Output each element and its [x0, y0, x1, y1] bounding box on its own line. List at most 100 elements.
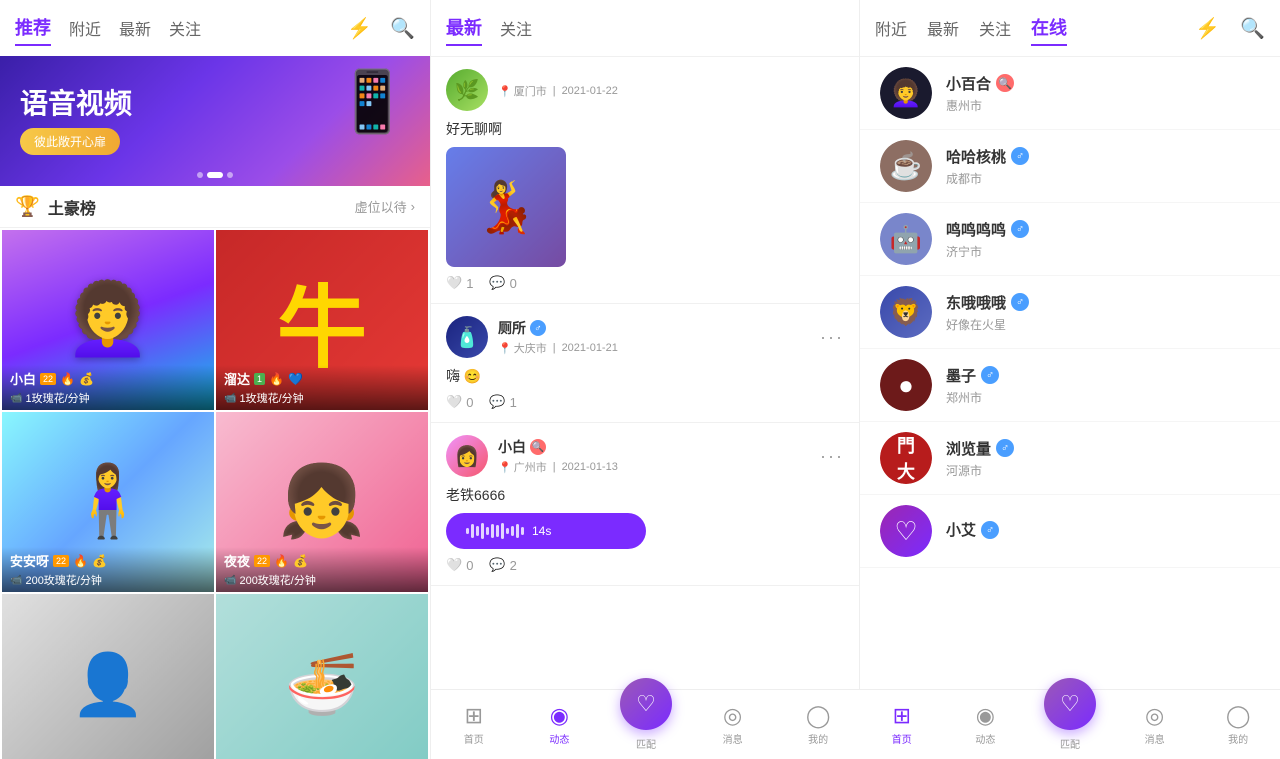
nav-recommend[interactable]: 推荐	[15, 10, 51, 46]
right-panel: 附近 最新 关注 在线 ⚡ 🔍 👩‍🦱 小百合 🔍 惠州市 ☕	[860, 0, 1280, 759]
banner-dot-2[interactable]	[207, 172, 223, 178]
post-1-comment[interactable]: 💬 0	[489, 275, 516, 291]
banner: 语音视频 彼此敞开心扉 📱	[0, 56, 430, 186]
post-2-like[interactable]: 🤍 0	[446, 394, 473, 410]
post-2-header: 🧴 厕所 ♂ 📍 大庆市 | 2021-01-21 ···	[446, 316, 844, 358]
post-3-date: 2021-01-13	[562, 461, 618, 473]
badge-1: 22	[40, 373, 56, 385]
mid-message-icon: ◎	[723, 703, 742, 729]
right-filter-icon[interactable]: ⚡	[1195, 16, 1220, 41]
online-user-1-info: 小百合 🔍 惠州市	[946, 73, 1014, 114]
grid-item-6[interactable]: 🍜	[216, 594, 428, 759]
top-list-more[interactable]: 虚位以待 ›	[355, 197, 415, 216]
user-7-gender: ♂	[981, 521, 999, 539]
middle-nav-home[interactable]: ⊞ 首页	[449, 703, 499, 746]
online-user-6-loc: 河源市	[946, 462, 1014, 479]
grid-item-3[interactable]: 🧍‍♀️ 安安呀 22 🔥💰 📹 200玫瑰花/分钟	[2, 412, 214, 592]
right-nav: 附近 最新 关注 在线 ⚡ 🔍	[860, 0, 1280, 57]
post-3-avatar[interactable]: 👩	[446, 435, 488, 477]
online-user-5[interactable]: ● 墨子 ♂ 郑州市	[860, 349, 1280, 422]
right-match-label: 匹配	[1060, 736, 1080, 751]
left-panel: 推荐 附近 最新 关注 ⚡ 🔍 语音视频 彼此敞开心扉 📱 🏆 土豪榜 虚位以待…	[0, 0, 430, 759]
online-avatar-5: ●	[880, 359, 932, 411]
online-user-5-info: 墨子 ♂ 郑州市	[946, 365, 999, 406]
right-nav-home[interactable]: ⊞ 首页	[877, 703, 927, 746]
online-user-4-name: 东哦哦哦 ♂	[946, 292, 1029, 313]
post-1-like[interactable]: 🤍 1	[446, 275, 473, 291]
middle-nav-mine[interactable]: ◯ 我的	[793, 703, 843, 746]
post-3-comment[interactable]: 💬 2	[489, 557, 516, 573]
post-1: 🌿 📍 厦门市 | 2021-01-22 好无聊啊 💃 🤍 1	[431, 57, 859, 304]
right-match-icon: ♡	[1060, 691, 1080, 717]
grid-overlay-3: 安安呀 22 🔥💰 📹 200玫瑰花/分钟	[2, 547, 214, 592]
post-3-name: 小白 🔍	[498, 437, 618, 457]
banner-title: 语音视频	[20, 87, 132, 121]
grid-item-5[interactable]: 👤	[2, 594, 214, 759]
online-user-2[interactable]: ☕ 哈哈核桃 ♂ 成都市	[860, 130, 1280, 203]
right-search-icon[interactable]: 🔍	[1240, 16, 1265, 41]
online-user-6-name: 浏览量 ♂	[946, 438, 1014, 459]
grid-price-3: 📹 200玫瑰花/分钟	[10, 572, 206, 588]
grid-item-4[interactable]: 👧 夜夜 22 🔥💰 📹 200玫瑰花/分钟	[216, 412, 428, 592]
right-nav-follow[interactable]: 关注	[979, 12, 1011, 44]
grid-item-1[interactable]: 👩‍🦱 小白 22 🔥💰 📹 1玫瑰花/分钟	[2, 230, 214, 410]
grid-overlay-4: 夜夜 22 🔥💰 📹 200玫瑰花/分钟	[216, 547, 428, 592]
post-2-more[interactable]: ···	[820, 327, 844, 348]
banner-dot-1[interactable]	[197, 172, 203, 178]
online-user-3[interactable]: 🤖 鸣鸣鸣鸣 ♂ 济宁市	[860, 203, 1280, 276]
left-nav: 推荐 附近 最新 关注 ⚡ 🔍	[0, 0, 430, 56]
right-nav-dynamic[interactable]: ◉ 动态	[960, 703, 1010, 746]
online-user-3-name: 鸣鸣鸣鸣 ♂	[946, 219, 1029, 240]
right-dynamic-label: 动态	[975, 731, 995, 746]
online-user-3-loc: 济宁市	[946, 243, 1029, 260]
middle-nav-dynamic[interactable]: ◉ 动态	[534, 703, 584, 746]
online-user-7[interactable]: ♡ 小艾 ♂	[860, 495, 1280, 568]
user-1-gender: 🔍	[996, 74, 1014, 92]
audio-player[interactable]: 14s	[446, 513, 646, 549]
online-avatar-6: 門大	[880, 432, 932, 484]
online-user-1[interactable]: 👩‍🦱 小百合 🔍 惠州市	[860, 57, 1280, 130]
mid-match-label: 匹配	[636, 736, 656, 751]
badge-3: 22	[53, 555, 69, 567]
online-users-list: 👩‍🦱 小百合 🔍 惠州市 ☕ 哈哈核桃 ♂ 成都市	[860, 57, 1280, 689]
post-2-avatar[interactable]: 🧴	[446, 316, 488, 358]
grid-item-2[interactable]: 牛 溜达 1 🔥💙 📹 1玫瑰花/分钟	[216, 230, 428, 410]
right-home-icon: ⊞	[893, 703, 911, 729]
post-1-avatar[interactable]: 🌿	[446, 69, 488, 111]
top-list-title: 土豪榜	[48, 195, 96, 219]
right-nav-nearby[interactable]: 附近	[875, 12, 907, 44]
post-2-comment[interactable]: 💬 1	[489, 394, 516, 410]
banner-button[interactable]: 彼此敞开心扉	[20, 128, 120, 155]
middle-nav-match[interactable]: ♡ 匹配	[620, 698, 672, 751]
middle-bottom-nav: ⊞ 首页 ◉ 动态 ♡ 匹配 ◎ 消息 ◯ 我的	[431, 689, 860, 759]
filter-icon[interactable]: ⚡	[347, 16, 372, 41]
right-nav-message[interactable]: ◎ 消息	[1130, 703, 1180, 746]
middle-nav-message[interactable]: ◎ 消息	[708, 703, 758, 746]
grid-name-2: 溜达	[224, 369, 250, 388]
banner-dot-3[interactable]	[227, 172, 233, 178]
right-match-btn[interactable]: ♡	[1044, 678, 1096, 730]
nav-follow[interactable]: 关注	[169, 12, 201, 44]
middle-nav-latest[interactable]: 最新	[446, 10, 482, 46]
grid-name-4: 夜夜	[224, 551, 250, 570]
post-3-more[interactable]: ···	[820, 446, 844, 467]
post-1-image: 💃	[446, 147, 566, 267]
search-icon[interactable]: 🔍	[390, 16, 415, 41]
badge-2: 1	[254, 373, 265, 385]
middle-nav-follow[interactable]: 关注	[500, 12, 532, 44]
online-user-4[interactable]: 🦁 东哦哦哦 ♂ 好像在火星	[860, 276, 1280, 349]
mid-match-btn[interactable]: ♡	[620, 678, 672, 730]
right-mine-icon: ◯	[1226, 703, 1251, 729]
nav-latest[interactable]: 最新	[119, 12, 151, 44]
online-user-6[interactable]: 門大 浏览量 ♂ 河源市	[860, 422, 1280, 495]
right-nav-latest[interactable]: 最新	[927, 12, 959, 44]
mid-mine-icon: ◯	[806, 703, 831, 729]
nav-nearby[interactable]: 附近	[69, 12, 101, 44]
right-nav-online[interactable]: 在线	[1031, 10, 1067, 46]
heart-icon: 🤍	[446, 275, 462, 291]
right-nav-match[interactable]: ♡ 匹配	[1044, 698, 1096, 751]
post-3-like[interactable]: 🤍 0	[446, 557, 473, 573]
right-message-label: 消息	[1145, 731, 1165, 746]
post-1-separator: |	[553, 85, 556, 97]
right-nav-mine[interactable]: ◯ 我的	[1213, 703, 1263, 746]
